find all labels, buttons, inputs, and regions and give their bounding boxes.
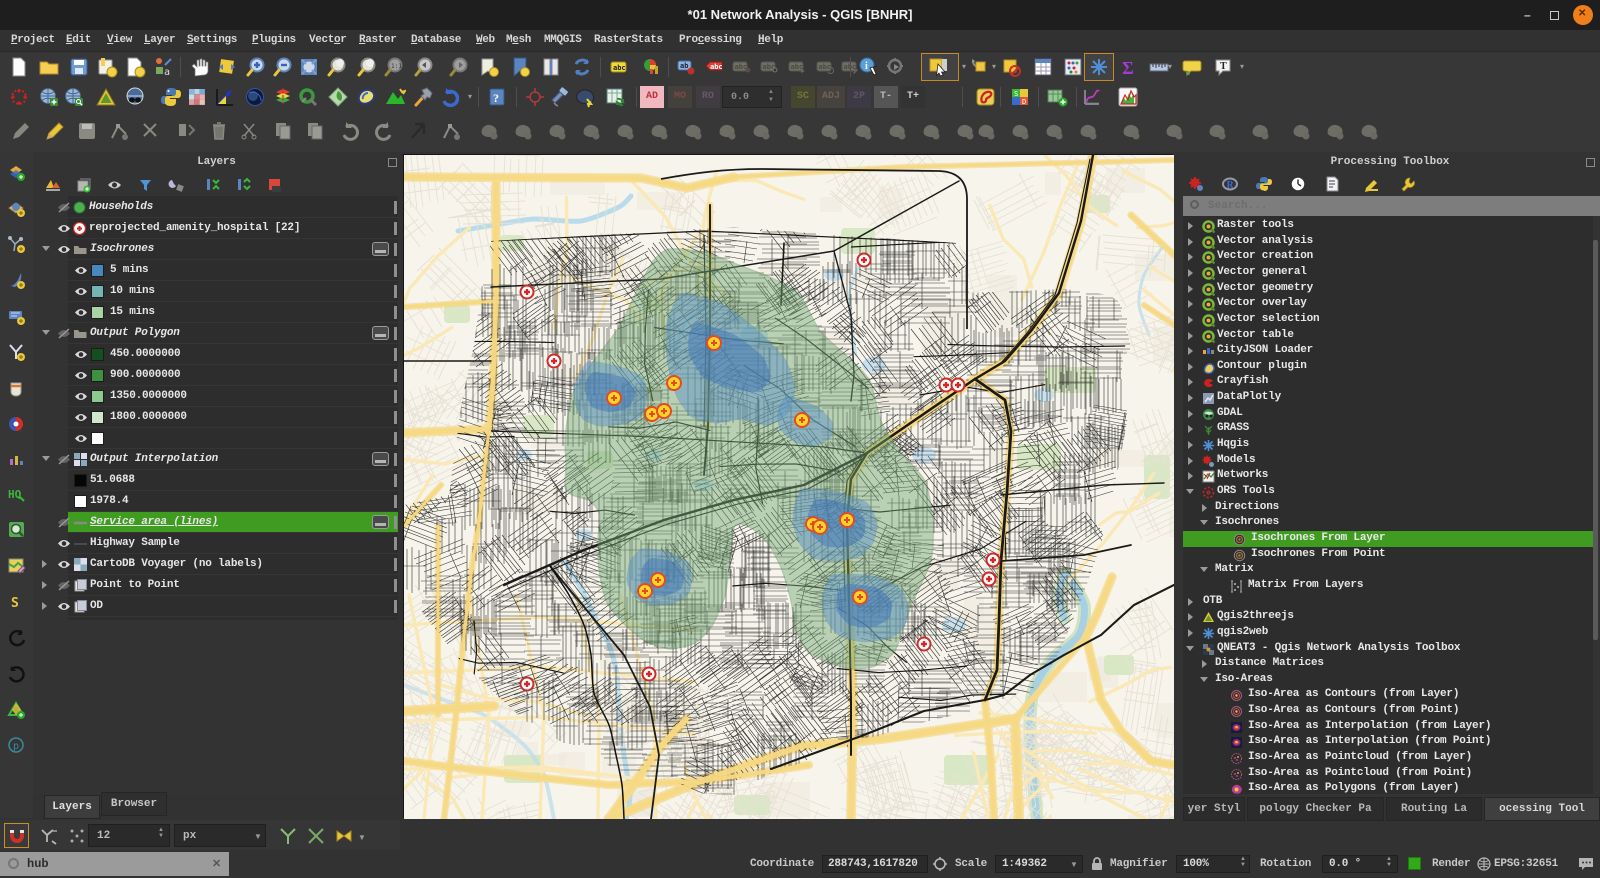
svg-text:p: p	[13, 741, 19, 752]
svg-text:S: S	[11, 596, 19, 611]
svg-text:R: R	[1227, 180, 1235, 191]
svg-text:?: ?	[493, 91, 499, 105]
svg-text:abc: abc	[819, 63, 832, 71]
svg-text:ab: ab	[680, 62, 688, 70]
svg-text:abc: abc	[710, 63, 723, 71]
svg-text:D: D	[1022, 98, 1026, 106]
svg-text:HQ: HQ	[8, 488, 22, 501]
svg-text:Σ: Σ	[1122, 58, 1134, 78]
svg-text:S: S	[1014, 90, 1018, 98]
svg-text:abc: abc	[735, 63, 748, 71]
svg-text:a: a	[164, 67, 170, 78]
svg-text:T: T	[1220, 61, 1227, 72]
svg-text:1:1: 1:1	[391, 63, 402, 70]
svg-text:i: i	[865, 61, 868, 72]
svg-text:abc: abc	[613, 64, 626, 72]
